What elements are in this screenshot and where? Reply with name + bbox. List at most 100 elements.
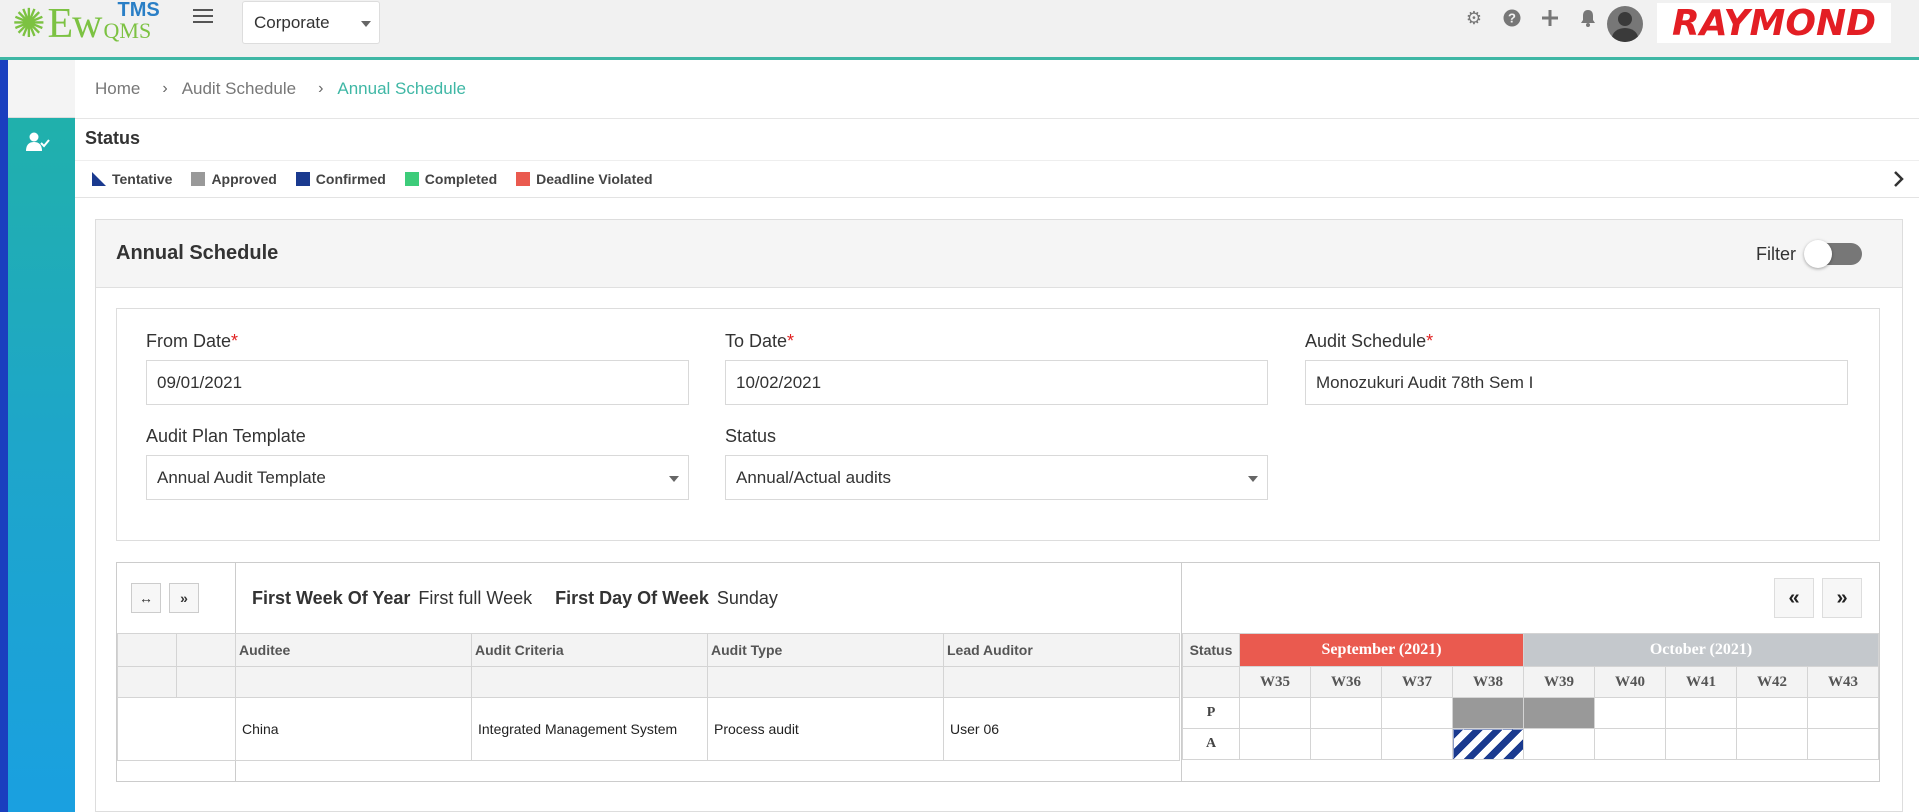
caret-down-icon	[361, 21, 371, 27]
table-row[interactable]: China Integrated Management System Proce…	[117, 697, 1180, 761]
gantt-cell[interactable]	[1310, 728, 1382, 760]
gantt-cell-tentative[interactable]	[1452, 728, 1524, 760]
gantt-cell[interactable]	[1807, 697, 1879, 729]
schedule-grid: ↔ » First Week Of Year First full Week F…	[116, 562, 1880, 782]
chevron-right-icon: ›	[162, 80, 168, 97]
breadcrumb-audit-schedule[interactable]: Audit Schedule	[182, 79, 296, 99]
column-header-audit-type[interactable]: Audit Type	[707, 633, 944, 667]
status-field: Status Annual/Actual audits	[725, 426, 1268, 500]
legend-label: Completed	[424, 171, 498, 187]
month-header-september: September (2021)	[1239, 633, 1524, 667]
gantt-cell-approved[interactable]	[1452, 697, 1524, 729]
breadcrumb-current: Annual Schedule	[337, 79, 466, 98]
caret-down-icon	[1248, 476, 1258, 482]
gantt-cell[interactable]	[1239, 728, 1311, 760]
week-header: W43	[1807, 666, 1879, 698]
gantt-table: Status September (2021) October (2021) W…	[1182, 633, 1879, 760]
from-date-input[interactable]: 09/01/2021	[146, 360, 689, 405]
help-icon[interactable]: ?	[1493, 8, 1531, 28]
column-header-lead-auditor[interactable]: Lead Auditor	[943, 633, 1180, 667]
week-header: W35	[1239, 666, 1311, 698]
header-icon-group: ⚙ ?	[1455, 8, 1607, 28]
actual-row: A	[1182, 728, 1879, 760]
legend-confirmed: Confirmed	[295, 171, 386, 187]
cell-auditee: China	[235, 697, 472, 761]
double-chevron-right-icon[interactable]: »	[169, 583, 199, 613]
completed-swatch	[404, 172, 419, 186]
gantt-cell[interactable]	[1594, 728, 1666, 760]
gantt-cell[interactable]	[1736, 697, 1808, 729]
hamburger-menu-icon[interactable]	[193, 9, 213, 25]
legend-label: Deadline Violated	[536, 171, 653, 187]
gantt-cell[interactable]	[1665, 728, 1737, 760]
legend-label: Approved	[211, 171, 277, 187]
sun-logo-icon: ✺	[12, 2, 46, 46]
audit-schedule-label: Audit Schedule	[1305, 331, 1427, 351]
gear-icon[interactable]: ⚙	[1455, 8, 1493, 28]
gantt-cell[interactable]	[1594, 697, 1666, 729]
column-header-auditee[interactable]: Auditee	[235, 633, 472, 667]
status-column-header: Status	[1182, 633, 1240, 667]
breadcrumb-home[interactable]: Home	[95, 79, 140, 99]
status-title: Status	[85, 128, 141, 148]
logo-qms-text: QMS	[103, 18, 152, 43]
from-date-label: From Date	[146, 331, 232, 351]
organization-select-value: Corporate	[254, 12, 330, 32]
top-header: ✺ Ew TMS QMS Corporate ⚙ ? RAYMOND	[0, 0, 1919, 60]
plus-icon[interactable]	[1531, 8, 1569, 28]
to-date-field: To Date* 10/02/2021	[725, 331, 1268, 405]
filter-label: Filter	[1756, 243, 1796, 264]
filter-row	[117, 666, 1180, 698]
previous-period-button[interactable]: «	[1774, 578, 1814, 618]
week-header: W37	[1381, 666, 1453, 698]
gantt-cell[interactable]	[1736, 728, 1808, 760]
week-header: W40	[1594, 666, 1666, 698]
filter-toggle-group: Filter	[1756, 240, 1862, 268]
cell-audit-type: Process audit	[707, 697, 944, 761]
plan-row: P	[1182, 697, 1879, 729]
legend-completed: Completed	[404, 171, 498, 187]
cell-audit-criteria: Integrated Management System	[471, 697, 708, 761]
user-avatar[interactable]	[1607, 6, 1643, 42]
audit-list-table: Auditee Audit Criteria Audit Type Lead A…	[117, 633, 1180, 761]
breadcrumb: Home › Audit Schedule › Annual Schedule	[75, 60, 1919, 119]
gantt-cell[interactable]	[1239, 697, 1311, 729]
chevron-right-icon[interactable]	[1893, 170, 1905, 194]
week-header: W39	[1523, 666, 1595, 698]
gantt-cell[interactable]	[1381, 728, 1453, 760]
logo-tms-text: TMS	[117, 0, 160, 21]
legend-tentative: Tentative	[92, 171, 172, 187]
filter-toggle[interactable]	[1804, 240, 1862, 268]
gantt-cell[interactable]	[1523, 728, 1595, 760]
legend-deadline-violated: Deadline Violated	[516, 171, 653, 187]
bell-icon[interactable]	[1569, 8, 1607, 28]
audit-plan-template-select[interactable]: Annual Audit Template	[146, 455, 689, 500]
gantt-cell[interactable]	[1381, 697, 1453, 729]
next-period-button[interactable]: »	[1822, 578, 1862, 618]
week-header: W38	[1452, 666, 1524, 698]
first-week-label: First Week Of Year	[252, 588, 411, 608]
first-day-label: First Day Of Week	[555, 588, 709, 608]
legend-approved: Approved	[191, 171, 277, 187]
gantt-cell[interactable]	[1665, 697, 1737, 729]
column-header-audit-criteria[interactable]: Audit Criteria	[471, 633, 708, 667]
week-settings: First Week Of Year First full Week First…	[252, 588, 778, 609]
app-logo[interactable]: ✺ Ew TMS QMS	[12, 0, 160, 46]
gantt-cell[interactable]	[1310, 697, 1382, 729]
to-date-input[interactable]: 10/02/2021	[725, 360, 1268, 405]
gantt-cell[interactable]	[1807, 728, 1879, 760]
deadline-violated-swatch	[516, 172, 531, 186]
schedule-form: From Date * 09/01/2021 To Date* 10/02/202…	[116, 308, 1880, 541]
organization-select[interactable]: Corporate	[242, 1, 380, 44]
chevron-right-icon: ›	[318, 80, 324, 97]
brand-logo: RAYMOND	[1657, 3, 1891, 44]
audit-schedule-input[interactable]: Monozukuri Audit 78th Sem I	[1305, 360, 1848, 405]
user-check-icon[interactable]	[26, 132, 50, 152]
required-mark: *	[787, 331, 795, 351]
status-select[interactable]: Annual/Actual audits	[725, 455, 1268, 500]
first-day-value: Sunday	[716, 588, 778, 608]
gantt-cell-approved[interactable]	[1523, 697, 1595, 729]
legend-label: Confirmed	[315, 171, 386, 187]
status-label: Status	[725, 426, 777, 446]
expand-columns-button[interactable]: ↔	[131, 583, 161, 613]
